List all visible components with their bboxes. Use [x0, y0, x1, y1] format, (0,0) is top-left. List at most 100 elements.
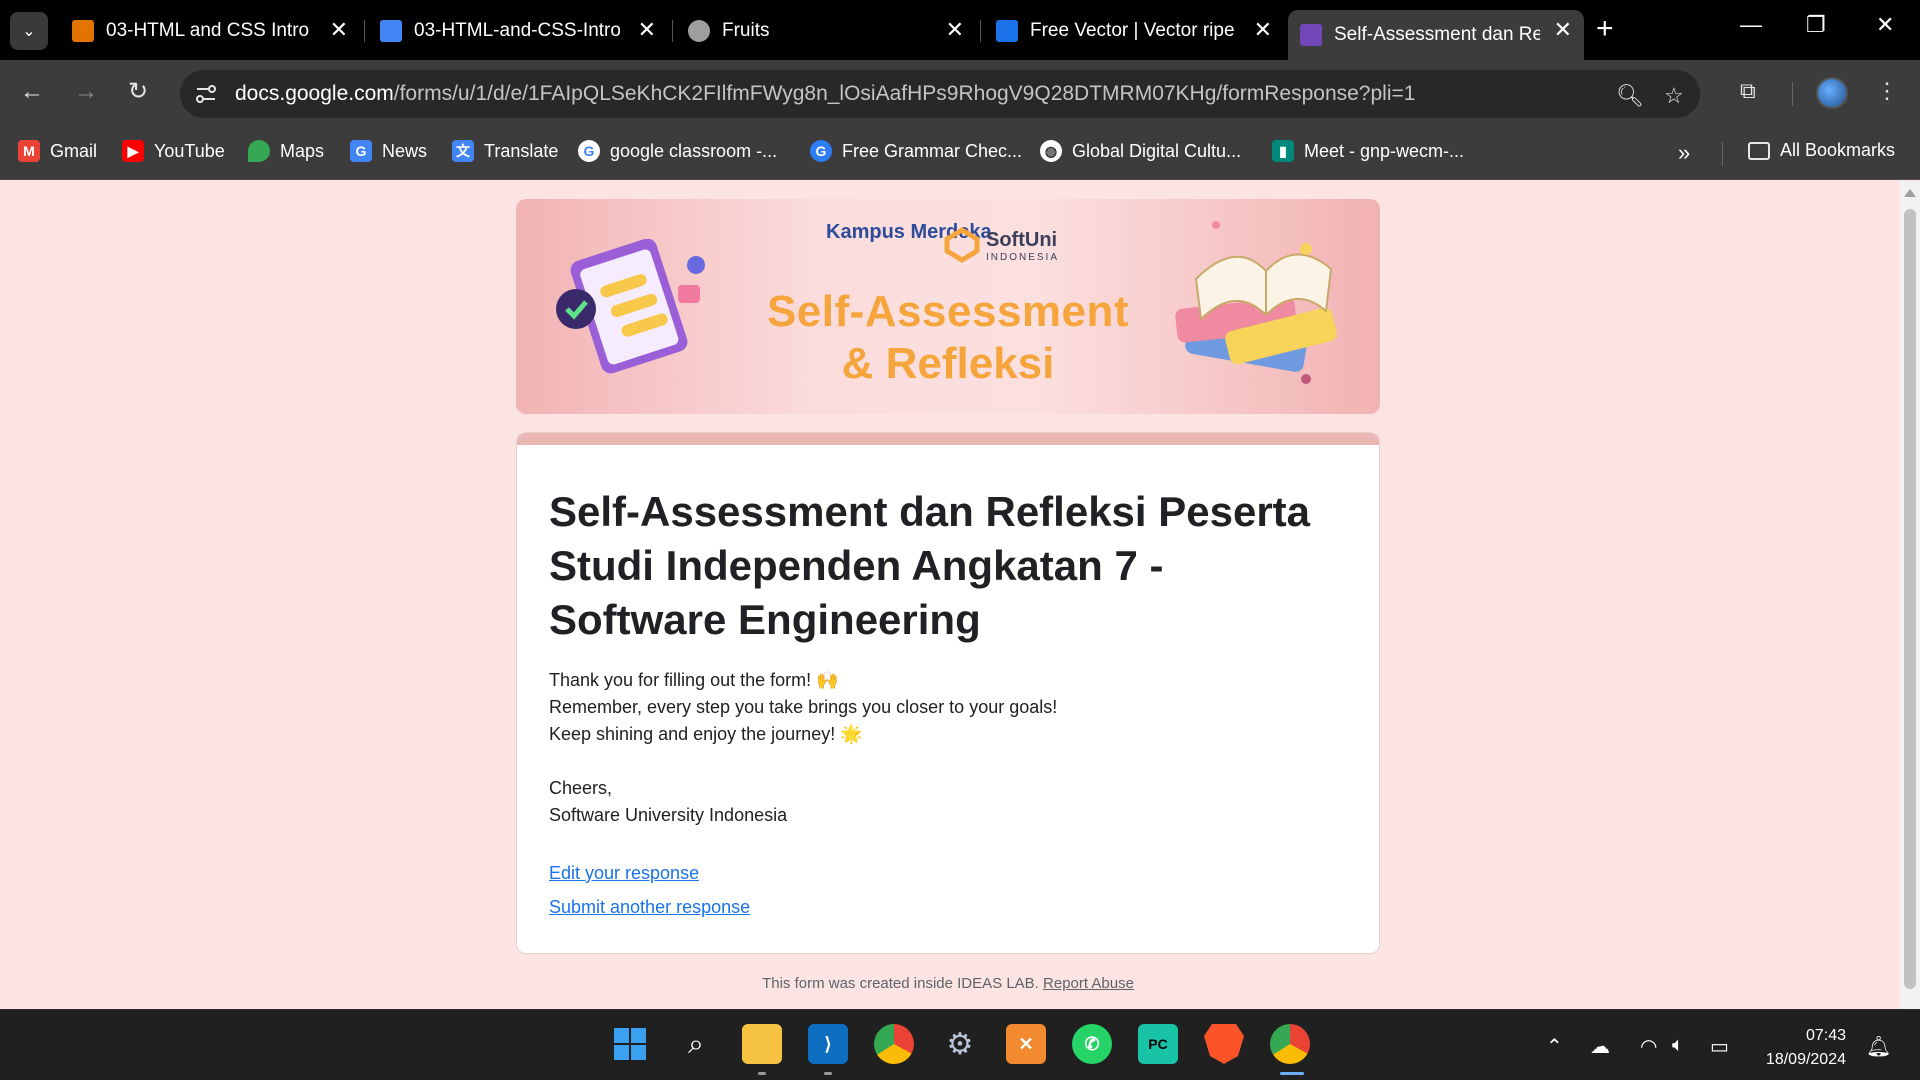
- books-illustration: [1175, 221, 1337, 384]
- maps-icon: [248, 140, 270, 162]
- globe-icon: ◍: [1040, 140, 1062, 162]
- tab-item-active[interactable]: Self-Assessment dan Refl ✕: [1288, 10, 1584, 60]
- bookmark-meet[interactable]: ▮ Meet - gnp-wecm-...: [1272, 140, 1464, 162]
- file-explorer-icon[interactable]: [742, 1024, 782, 1064]
- bookmark-label: News: [382, 140, 428, 161]
- tab-item[interactable]: 03-HTML and CSS Intro ✕: [60, 10, 360, 52]
- bookmark-youtube[interactable]: ▶ YouTube: [122, 140, 225, 162]
- close-icon[interactable]: ✕: [330, 19, 348, 41]
- forward-button[interactable]: →: [74, 80, 98, 104]
- chrome-profile-icon[interactable]: [1270, 1024, 1310, 1064]
- bookmark-label: Meet - gnp-wecm-...: [1304, 140, 1465, 161]
- restore-button[interactable]: ❐: [1806, 12, 1826, 38]
- report-abuse-link[interactable]: Report Abuse: [1043, 975, 1134, 992]
- tab-title: Free Vector | Vector ripe y: [1030, 20, 1236, 41]
- window-close-button[interactable]: ✕: [1876, 12, 1894, 38]
- close-icon[interactable]: ✕: [1254, 19, 1272, 41]
- bookmark-label: Free Grammar Chec...: [842, 140, 1023, 161]
- grammar-icon: G: [810, 140, 832, 162]
- chevron-up-icon[interactable]: ⌃: [1546, 1034, 1563, 1059]
- bookmark-label: YouTube: [154, 140, 225, 161]
- volume-icon[interactable]: 🔈︎: [1672, 1034, 1684, 1057]
- slides-icon: [72, 20, 94, 42]
- scrollbar-thumb[interactable]: [1904, 209, 1916, 989]
- tab-search-button[interactable]: ⌄: [10, 12, 48, 50]
- card-accent-bar: [517, 433, 1379, 445]
- close-icon[interactable]: ✕: [638, 19, 656, 41]
- translate-icon: 文: [452, 140, 474, 162]
- edit-response-link[interactable]: Edit your response: [549, 863, 699, 884]
- bookmark-label: google classroom -...: [610, 140, 778, 161]
- bookmarks-divider: [1722, 142, 1723, 166]
- menu-icon[interactable]: ⋮: [1876, 78, 1898, 104]
- bookmark-translate[interactable]: 文 Translate: [452, 140, 558, 162]
- tab-divider: [672, 20, 673, 42]
- vscode-icon[interactable]: ⟩: [808, 1024, 848, 1064]
- tab-item[interactable]: Free Vector | Vector ripe y ✕: [984, 10, 1284, 52]
- news-icon: G: [350, 140, 372, 162]
- settings-gear-icon[interactable]: ⚙: [940, 1024, 980, 1064]
- bookmark-global-digital[interactable]: ◍ Global Digital Cultu...: [1040, 140, 1241, 162]
- search-icon[interactable]: ⌕: [676, 1024, 716, 1064]
- xampp-icon[interactable]: ✕: [1006, 1024, 1046, 1064]
- system-clock[interactable]: 07:43 18/09/2024: [1756, 1024, 1846, 1072]
- close-icon[interactable]: ✕: [946, 19, 964, 41]
- active-indicator: [1280, 1072, 1304, 1075]
- clock-time: 07:43: [1805, 1027, 1846, 1044]
- bookmark-google-classroom[interactable]: G google classroom -...: [578, 140, 777, 162]
- new-tab-button[interactable]: +: [1596, 14, 1614, 44]
- freepik-icon: [996, 20, 1018, 42]
- arrow-right-icon: →: [74, 78, 98, 105]
- brave-icon[interactable]: [1204, 1024, 1244, 1064]
- globe-icon: [688, 20, 710, 42]
- onedrive-icon[interactable]: ☁: [1590, 1034, 1610, 1059]
- windows-start-icon[interactable]: [610, 1024, 650, 1064]
- avatar[interactable]: [1816, 77, 1848, 109]
- whatsapp-icon[interactable]: ✆: [1072, 1024, 1112, 1064]
- bookmark-gmail[interactable]: M Gmail: [18, 140, 97, 162]
- forms-icon: [1300, 24, 1322, 46]
- message-line: Software University Indonesia: [549, 805, 788, 825]
- toolbar-divider: [1792, 82, 1793, 106]
- submit-another-response-link[interactable]: Submit another response: [549, 897, 750, 918]
- docs-icon: [380, 20, 402, 42]
- more-bookmarks-button[interactable]: »: [1678, 140, 1690, 166]
- bookmark-grammar[interactable]: G Free Grammar Chec...: [810, 140, 1022, 162]
- close-icon[interactable]: ✕: [1554, 19, 1572, 41]
- running-indicator: [824, 1072, 832, 1075]
- address-bar[interactable]: docs.google.com/forms/u/1/d/e/1FAIpQLSeK…: [180, 70, 1700, 118]
- form-footer: This form was created inside IDEAS LAB. …: [516, 975, 1380, 992]
- zoom-icon[interactable]: 🔍︎: [1616, 83, 1644, 109]
- youtube-icon: ▶: [122, 140, 144, 162]
- bookmark-label: Translate: [484, 140, 559, 161]
- star-icon[interactable]: ☆: [1664, 83, 1684, 109]
- site-info-icon[interactable]: [194, 82, 218, 106]
- all-bookmarks-button[interactable]: All Bookmarks: [1748, 140, 1895, 161]
- extensions-icon[interactable]: ⧉: [1740, 78, 1756, 104]
- pycharm-icon[interactable]: PC: [1138, 1024, 1178, 1064]
- tab-item[interactable]: 03-HTML-and-CSS-Intro ✕: [368, 10, 668, 52]
- notification-bell-icon[interactable]: 🔔︎: [1866, 1034, 1891, 1059]
- confirmation-message: Thank you for filling out the form! 🙌 Re…: [549, 667, 1057, 829]
- gmail-icon: M: [18, 140, 40, 162]
- softuni-logo-subtext: INDONESIA: [986, 252, 1060, 263]
- minimize-button[interactable]: —: [1740, 12, 1762, 38]
- message-line: Thank you for filling out the form! 🙌: [549, 670, 839, 690]
- chrome-icon[interactable]: [874, 1024, 914, 1064]
- reload-button[interactable]: ↻: [128, 80, 148, 104]
- google-icon: G: [578, 140, 600, 162]
- wifi-icon[interactable]: ◠: [1640, 1034, 1657, 1059]
- scroll-up-icon[interactable]: [1904, 189, 1916, 197]
- windows-taskbar: ⌕ ⟩ ⚙ ✕ ✆ PC ⌃ ☁ ◠ 🔈︎ ▭ 07:43 18/09/2024…: [0, 1009, 1920, 1080]
- back-button[interactable]: ←: [20, 80, 44, 104]
- chevron-double-right-icon: »: [1678, 140, 1691, 165]
- bookmark-label: Gmail: [50, 140, 98, 161]
- chevron-down-icon: ⌄: [22, 23, 36, 40]
- scrollbar[interactable]: [1900, 181, 1920, 1009]
- message-line: Cheers,: [549, 778, 613, 798]
- bookmark-maps[interactable]: Maps: [248, 140, 324, 162]
- tab-strip: ⌄ 03-HTML and CSS Intro ✕ 03-HTML-and-CS…: [0, 0, 1920, 60]
- tab-item[interactable]: Fruits ✕: [676, 10, 976, 52]
- battery-icon[interactable]: ▭: [1710, 1034, 1729, 1059]
- bookmark-news[interactable]: G News: [350, 140, 427, 162]
